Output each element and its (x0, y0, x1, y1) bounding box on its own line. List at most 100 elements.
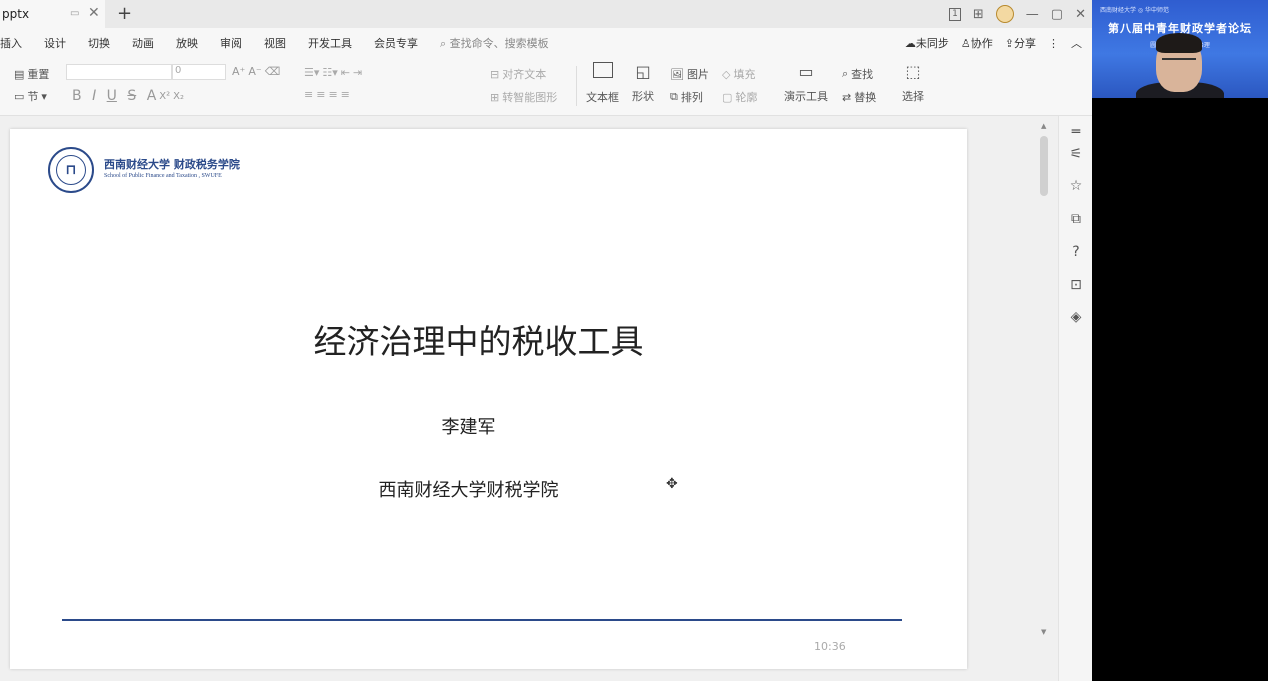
fill-button[interactable]: ◇ 填充 (722, 66, 755, 82)
menu-developer[interactable]: 开发工具 (308, 35, 352, 51)
close-button[interactable]: ✕ (1075, 7, 1086, 22)
collab-button[interactable]: ♙协作 (961, 35, 993, 51)
strikethrough-icon[interactable]: S (127, 88, 136, 104)
speaker-hair (1156, 33, 1202, 53)
font-size-field[interactable]: 0 (172, 64, 226, 80)
menu-review[interactable]: 审阅 (220, 35, 242, 51)
search-icon: ⌕ (440, 37, 450, 50)
arrange-button[interactable]: ⧉ 排列 (670, 89, 703, 105)
page-indicator[interactable]: 1 (949, 7, 961, 21)
section-button[interactable]: ▭ 节 ▾ (14, 88, 47, 104)
collapse-ribbon-icon[interactable]: ︿ (1071, 35, 1082, 51)
properties-icon[interactable]: ⚟ (1066, 144, 1086, 164)
picture-button[interactable]: 🖼 图片 (670, 66, 709, 82)
smart-art-icon: ⊞ (490, 90, 500, 104)
find-button[interactable]: ⌕ 查找 (842, 66, 873, 82)
picture-icon: 🖼 (670, 67, 684, 81)
number-list-icon[interactable]: ☷▾ (322, 66, 337, 79)
menu-design[interactable]: 设计 (44, 35, 66, 51)
subscript-icon[interactable]: X₂ (173, 91, 184, 102)
scroll-thumb[interactable] (1040, 136, 1048, 196)
outline-button[interactable]: ▢ 轮廓 (722, 89, 757, 105)
share-button[interactable]: ⇪分享 (1005, 35, 1036, 51)
font-name-field[interactable] (66, 64, 172, 80)
justify-icon[interactable]: ≡ (341, 88, 350, 101)
ribbon-toolbar: ▤ 重置 ▭ 节 ▾ 0 A⁺ A⁻ ⌫ B I U S A X² X₂ ☰▾ ☷▾ ⇤ ⇥ ≡ ≡ ≡… (0, 58, 1092, 116)
more-icon[interactable]: ⋮ (1048, 37, 1059, 50)
video-logos: 西南财经大学 ◎ 华中师范 (1100, 7, 1170, 14)
shapes-button[interactable]: ◱ 形状 (632, 62, 654, 104)
menu-animation[interactable]: 动画 (132, 35, 154, 51)
slide-canvas[interactable]: ⊓ 西南财经大学 财政税务学院 School of Public Finance… (10, 129, 967, 669)
scroll-up-icon[interactable]: ▲ (1041, 122, 1046, 130)
smart-art-button[interactable]: ⊞ 转智能图形 (490, 89, 557, 105)
bold-icon[interactable]: B (72, 88, 82, 104)
underline-icon[interactable]: U (107, 88, 117, 104)
logo-inner: ⊓ (56, 155, 86, 185)
select-button[interactable]: ⬚ 选择 (902, 62, 924, 104)
document-tab[interactable]: pptx ▭ ✕ (0, 0, 105, 28)
speaker-glasses (1162, 58, 1196, 66)
monitor-icon[interactable]: ▭ (70, 8, 79, 19)
panel-handle-icon[interactable]: ═ (1066, 122, 1086, 142)
outdent-icon[interactable]: ⇥ (353, 66, 362, 79)
tab-title: pptx (2, 7, 30, 21)
window-controls: 1 ⊞ — ▢ ✕ (949, 0, 1086, 28)
ai-icon[interactable]: ◈ (1066, 307, 1086, 327)
clear-format-icon[interactable]: ⌫ (265, 65, 281, 78)
superscript-icon[interactable]: X² (159, 91, 170, 102)
align-center-icon[interactable]: ≡ (316, 88, 325, 101)
menu-view[interactable]: 视图 (264, 35, 286, 51)
text-style-controls: B I U S A X² X₂ (72, 88, 184, 104)
italic-icon[interactable]: I (92, 88, 96, 104)
replace-button[interactable]: ⇄ 替换 (842, 89, 876, 105)
menu-bar: 插入 设计 切换 动画 放映 审阅 视图 开发工具 会员专享 ⌕ 查找命令、搜索… (0, 28, 1092, 58)
slide-divider (62, 619, 902, 621)
close-tab-icon[interactable]: ✕ (88, 5, 100, 21)
transition-icon[interactable]: ⧉ (1066, 209, 1086, 229)
new-tab-button[interactable]: + (117, 0, 132, 28)
present-tools-button[interactable]: ▭ 演示工具 (784, 62, 828, 104)
menu-member[interactable]: 会员专享 (374, 35, 418, 51)
align-controls: ≡ ≡ ≡ ≡ (304, 88, 350, 101)
menu-right: ☁未同步 ♙协作 ⇪分享 ⋮ ︿ (905, 28, 1082, 58)
sync-status[interactable]: ☁未同步 (905, 35, 949, 51)
grid-icon[interactable]: ⊞ (973, 7, 984, 22)
person-icon: ♙ (960, 37, 971, 50)
move-cursor-icon: ✥ (666, 476, 678, 492)
align-left-icon[interactable]: ≡ (304, 88, 313, 101)
backup-icon[interactable]: ⊡ (1066, 275, 1086, 295)
menu-insert[interactable]: 插入 (0, 35, 22, 51)
speaker-video-feed[interactable]: 西南财经大学 ◎ 华中师范 第八届中青年财政学者论坛 圆桌讨论 · 与经济治理 (1092, 0, 1268, 98)
textbox-button[interactable]: 文本框 (586, 62, 619, 105)
scroll-down-icon[interactable]: ▼ (1041, 628, 1046, 636)
fill-icon: ◇ (722, 67, 731, 81)
logo-english-text: School of Public Finance and Taxation , … (104, 173, 222, 179)
editor-area[interactable]: ⊓ 西南财经大学 财政税务学院 School of Public Finance… (0, 116, 1058, 681)
textbox-icon (592, 62, 613, 78)
slide-institution[interactable]: 西南财经大学财税学院 (0, 476, 947, 502)
find-icon: ⌕ (842, 67, 849, 80)
animation-icon[interactable]: ☆ (1066, 176, 1086, 196)
bullet-list-icon[interactable]: ☰▾ (304, 66, 319, 79)
decrease-font-icon[interactable]: A⁻ (248, 65, 261, 78)
restore-button[interactable]: ▢ (1051, 7, 1063, 22)
menu-transition[interactable]: 切换 (88, 35, 110, 51)
menu-slideshow[interactable]: 放映 (176, 35, 198, 51)
user-avatar[interactable] (995, 5, 1014, 23)
replace-icon: ⇄ (842, 90, 852, 104)
indent-icon[interactable]: ⇤ (341, 66, 350, 79)
align-right-icon[interactable]: ≡ (328, 88, 337, 101)
slide-author[interactable]: 李建军 (0, 413, 947, 439)
slide-title[interactable]: 经济治理中的税收工具 (0, 315, 957, 363)
help-icon[interactable]: ? (1066, 242, 1086, 262)
command-search[interactable]: ⌕ 查找命令、搜索模板 (440, 35, 549, 51)
reset-button[interactable]: ▤ 重置 (14, 66, 49, 82)
align-text-button[interactable]: ⊟ 对齐文本 (490, 66, 546, 82)
vertical-scrollbar[interactable]: ▲ ▼ (1038, 116, 1052, 681)
outline-icon: ▢ (722, 90, 733, 104)
font-color-icon[interactable]: A (147, 88, 157, 104)
minimize-button[interactable]: — (1026, 7, 1039, 22)
video-panel: 西南财经大学 ◎ 华中师范 第八届中青年财政学者论坛 圆桌讨论 · 与经济治理 (1092, 0, 1268, 681)
increase-font-icon[interactable]: A⁺ (232, 65, 245, 78)
